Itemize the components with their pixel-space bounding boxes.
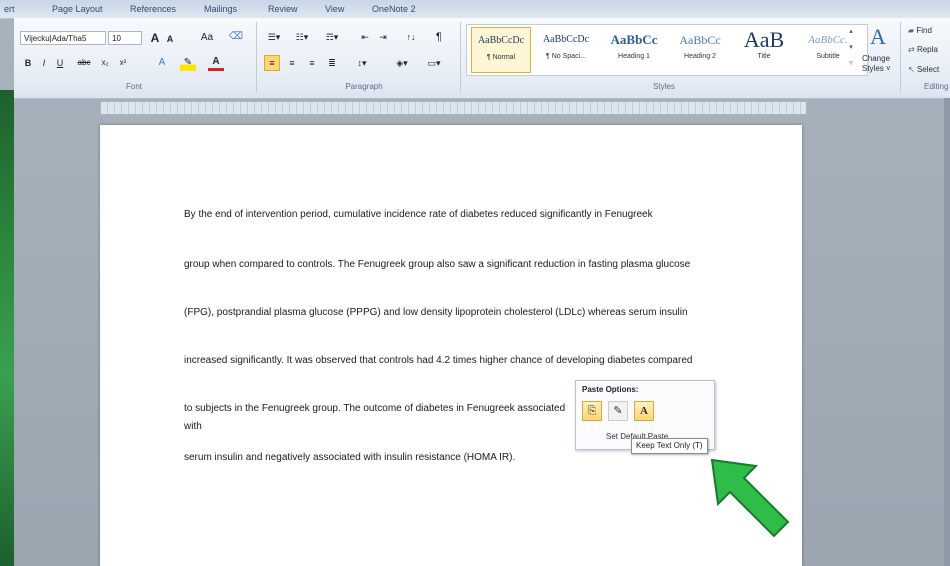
font-group-label: Font: [125, 82, 142, 91]
style-sample: AaBbCcDc: [477, 35, 525, 46]
numbering-icon[interactable]: ☷▾: [290, 29, 314, 45]
green-arrow-icon: [710, 458, 790, 538]
style-label: Heading 1: [618, 53, 650, 60]
shading-icon[interactable]: ◈▾: [390, 55, 414, 71]
tab-view[interactable]: View: [325, 4, 344, 14]
find-label: Find: [916, 26, 932, 35]
ribbon: Vijecku|Ada/Tha5 10 A A Aa ⌫ B I U abc x…: [14, 18, 950, 99]
group-separator: [900, 22, 901, 92]
bold-button[interactable]: B: [22, 55, 34, 71]
replace-label: Repla: [916, 45, 938, 54]
tab-review[interactable]: Review: [268, 4, 298, 14]
tooltip: Keep Text Only (T): [631, 438, 708, 454]
align-left-icon[interactable]: ≡: [264, 55, 280, 71]
justify-icon[interactable]: ≣: [324, 55, 340, 71]
clear-formatting-icon[interactable]: ⌫: [228, 29, 244, 45]
font-name-combo[interactable]: Vijecku|Ada/Tha5: [20, 31, 106, 45]
window-edge: [944, 98, 950, 566]
decrease-indent-icon[interactable]: ⇤: [358, 29, 372, 45]
align-right-icon[interactable]: ≡: [304, 55, 320, 71]
style-label: Title: [757, 53, 771, 60]
desktop-background: [0, 90, 14, 566]
group-separator: [460, 22, 461, 92]
find-button[interactable]: ▰ Find: [908, 26, 932, 35]
paste-options-title: Paste Options:: [582, 385, 639, 394]
superscript-button[interactable]: x²: [116, 55, 130, 71]
editing-group-label: Editing: [924, 82, 949, 91]
italic-button[interactable]: I: [38, 55, 50, 71]
replace-button[interactable]: ⇄ Repla: [908, 45, 938, 54]
style-label: ¶ No Spaci...: [546, 53, 586, 60]
styles-group-label: Styles: [653, 82, 675, 91]
style-sample: AaB: [743, 27, 785, 52]
gallery-scroll-icon[interactable]: ▴ ▾ ▿: [846, 24, 856, 74]
select-label: Select: [916, 65, 940, 74]
keep-text-only-icon[interactable]: A: [634, 401, 654, 421]
ribbon-tab-strip: ert Page Layout References Mailings Revi…: [0, 0, 950, 19]
style-sample: AaBbCc: [610, 32, 658, 47]
style-no-spacing[interactable]: AaBbCcDc ¶ No Spaci...: [535, 27, 597, 71]
increase-indent-icon[interactable]: ⇥: [376, 29, 390, 45]
keep-source-formatting-icon[interactable]: ⎘: [582, 401, 602, 421]
font-color-button[interactable]: A: [208, 55, 224, 71]
arrow-shape: [710, 458, 790, 538]
style-heading-1[interactable]: AaBbCc Heading 1: [603, 27, 665, 71]
change-case-button[interactable]: Aa: [196, 30, 218, 46]
paragraph-group-label: Paragraph: [345, 82, 383, 91]
sort-button[interactable]: ↑↓: [402, 29, 420, 45]
style-title[interactable]: AaB Title: [733, 27, 795, 71]
horizontal-ruler[interactable]: [100, 101, 807, 115]
strikethrough-button[interactable]: abc: [74, 55, 94, 71]
select-button[interactable]: ↖ Select: [908, 65, 939, 74]
change-styles-icon[interactable]: A: [866, 24, 890, 50]
styles-gallery: AaBbCcDc ¶ Normal AaBbCcDc ¶ No Spaci...…: [466, 24, 868, 76]
paragraph[interactable]: group when compared to controls. The Fen…: [184, 256, 724, 274]
tab-insert[interactable]: ert: [4, 4, 15, 14]
paragraph[interactable]: to subjects in the Fenugreek group. The …: [184, 400, 584, 436]
replace-icon: ⇄: [908, 45, 917, 54]
style-label: ¶ Normal: [486, 54, 516, 61]
paragraph[interactable]: (FPG), postprandial plasma glucose (PPPG…: [184, 304, 724, 322]
tab-references[interactable]: References: [130, 4, 176, 14]
underline-button[interactable]: U: [54, 55, 66, 71]
change-styles-label-2[interactable]: Styles ˅: [862, 64, 891, 73]
style-heading-2[interactable]: AaBbCc Heading 2: [669, 27, 731, 71]
borders-icon[interactable]: ▭▾: [422, 55, 446, 71]
highlight-icon[interactable]: ✎: [180, 55, 196, 71]
style-label: Heading 2: [684, 53, 716, 60]
font-size-combo[interactable]: 10: [108, 31, 142, 45]
tab-mailings[interactable]: Mailings: [204, 4, 237, 14]
document-page[interactable]: By the end of intervention period, cumul…: [100, 125, 802, 566]
style-sample: AaBbCcDc: [542, 34, 590, 45]
grow-font-button[interactable]: A: [148, 30, 162, 46]
bullets-icon[interactable]: ☰▾: [262, 29, 286, 45]
style-sample: AaBbCc: [679, 33, 721, 47]
cursor-icon: ↖: [908, 65, 917, 74]
subscript-button[interactable]: x₂: [98, 55, 112, 71]
show-formatting-button[interactable]: ¶: [432, 29, 446, 45]
group-separator: [256, 22, 257, 92]
align-center-icon[interactable]: ≡: [284, 55, 300, 71]
paragraph[interactable]: By the end of intervention period, cumul…: [184, 206, 724, 224]
tab-onenote[interactable]: OneNote 2: [372, 4, 416, 14]
shrink-font-button[interactable]: A: [164, 31, 176, 47]
merge-formatting-icon[interactable]: ✎: [608, 401, 628, 421]
text-effects-icon[interactable]: A: [154, 55, 170, 71]
style-normal[interactable]: AaBbCcDc ¶ Normal: [471, 27, 531, 73]
tab-page-layout[interactable]: Page Layout: [52, 4, 103, 14]
line-spacing-icon[interactable]: ↕▾: [350, 55, 374, 71]
change-styles-label[interactable]: Change: [862, 54, 890, 63]
multilevel-list-icon[interactable]: ☶▾: [318, 29, 346, 45]
paragraph[interactable]: increased significantly. It was observed…: [184, 352, 724, 370]
